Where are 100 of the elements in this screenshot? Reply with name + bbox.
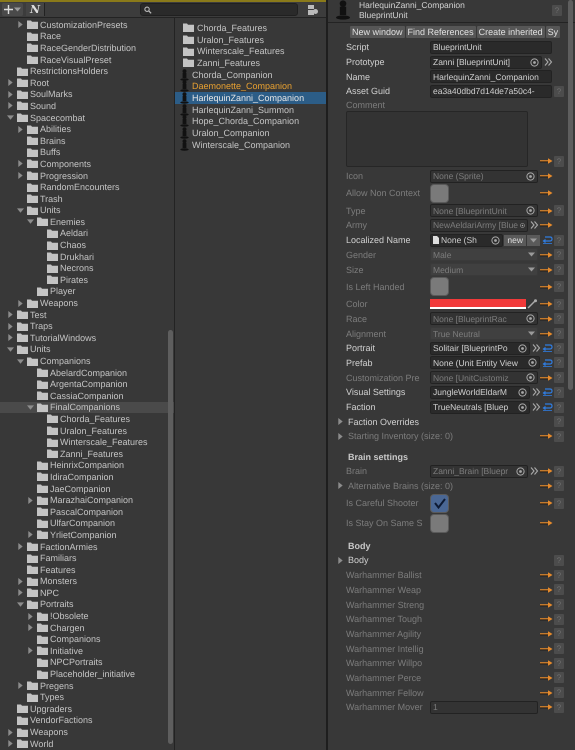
- toolbar-button[interactable]: Find References: [406, 26, 476, 38]
- folder-item[interactable]: NPC: [0, 587, 174, 599]
- folder-item[interactable]: Zanni_Features: [0, 448, 174, 460]
- folder-item[interactable]: RaceGenderDistribution: [0, 42, 174, 54]
- folder-item[interactable]: PascalCompanion: [0, 506, 174, 518]
- folder-item[interactable]: Brains: [0, 134, 174, 147]
- folder-item[interactable]: Buffs: [0, 146, 174, 158]
- folder-item[interactable]: Winterscale_Features: [0, 436, 174, 448]
- scrollbar[interactable]: [168, 330, 173, 744]
- folder-item[interactable]: World: [0, 738, 174, 750]
- folder-item[interactable]: Portraits: [0, 598, 174, 610]
- folder-item[interactable]: Chaos: [0, 239, 174, 251]
- collapsed-arrow-icon[interactable]: [27, 496, 34, 504]
- collapsed-arrow-icon[interactable]: [17, 160, 24, 168]
- folder-item[interactable]: SoulMarks: [0, 88, 174, 100]
- folder-item[interactable]: Aeldari: [0, 228, 174, 240]
- expanded-arrow-icon[interactable]: [17, 206, 24, 214]
- folder-item[interactable]: TutorialWindows: [0, 332, 174, 344]
- folder-item[interactable]: Sound: [0, 100, 174, 112]
- target-icon[interactable]: [530, 58, 539, 67]
- target-icon[interactable]: [491, 236, 500, 245]
- asset-item[interactable]: HarlequinZanni_Summon: [175, 104, 326, 116]
- folder-item[interactable]: MarazhaiCompanion: [0, 494, 174, 506]
- jump-icon[interactable]: [532, 388, 541, 396]
- dropdown-button[interactable]: [527, 234, 540, 246]
- expanded-arrow-icon[interactable]: [17, 358, 24, 365]
- folder-item[interactable]: Initiative: [0, 645, 174, 657]
- text-field[interactable]: ea3a40dbd7d14de7a50c4-: [430, 84, 552, 98]
- folder-item[interactable]: Pregens: [0, 680, 174, 692]
- expanded-arrow-icon[interactable]: [27, 218, 34, 226]
- folder-item[interactable]: Spacecombat: [0, 112, 174, 124]
- folder-item[interactable]: Monsters: [0, 576, 174, 588]
- folder-item[interactable]: !Obsolete: [0, 610, 174, 622]
- folder-item[interactable]: NPCPortraits: [0, 656, 174, 668]
- expanded-arrow-icon[interactable]: [7, 114, 14, 122]
- folder-item[interactable]: Race: [0, 30, 174, 42]
- revert-icon[interactable]: [542, 344, 553, 352]
- collapsed-arrow-icon[interactable]: [27, 531, 34, 538]
- folder-item[interactable]: VendorFactions: [0, 714, 174, 726]
- folder-item[interactable]: CassiaCompanion: [0, 390, 174, 402]
- collapsed-arrow-icon[interactable]: [7, 334, 14, 342]
- folder-item[interactable]: Enemies: [0, 216, 174, 228]
- collapsed-arrow-icon[interactable]: [17, 682, 24, 690]
- folder-item[interactable]: Root: [0, 76, 174, 89]
- collapsed-arrow-icon[interactable]: [337, 418, 344, 426]
- expanded-arrow-icon[interactable]: [7, 346, 14, 353]
- search-field[interactable]: [140, 3, 298, 16]
- revert-icon[interactable]: [542, 403, 553, 412]
- object-field[interactable]: Solitair [BlueprintPo: [430, 342, 530, 355]
- collapsed-arrow-icon[interactable]: [337, 556, 344, 564]
- folder-item[interactable]: CustomizationPresets: [0, 19, 174, 31]
- folder-item[interactable]: ArgentaCompanion: [0, 378, 174, 390]
- object-field[interactable]: None (Sh: [430, 234, 504, 247]
- collapsed-arrow-icon[interactable]: [7, 90, 14, 98]
- asset-item[interactable]: Uralon_Companion: [175, 127, 326, 139]
- folder-item[interactable]: Player: [0, 286, 174, 298]
- jump-icon[interactable]: [532, 344, 541, 352]
- folder-item[interactable]: HeinrixCompanion: [0, 460, 174, 472]
- collapsed-arrow-icon[interactable]: [7, 740, 14, 748]
- folder-item[interactable]: Uralon_Features: [0, 424, 174, 436]
- collapsed-arrow-icon[interactable]: [7, 311, 14, 318]
- folder-item[interactable]: Types: [0, 691, 174, 704]
- collapsed-arrow-icon[interactable]: [17, 21, 24, 28]
- text-field[interactable]: HarlequinZanni_Companion: [430, 70, 552, 84]
- collapsed-arrow-icon[interactable]: [7, 79, 14, 86]
- folder-item[interactable]: Upgraders: [0, 703, 174, 715]
- new-button[interactable]: new: [504, 234, 526, 246]
- folder-item[interactable]: Chargen: [0, 622, 174, 634]
- folder-item[interactable]: Familiars: [0, 552, 174, 564]
- add-button[interactable]: [2, 3, 23, 16]
- asset-item[interactable]: HarlequinZanni_Companion: [175, 92, 326, 104]
- folder-item[interactable]: Chorda_Features: [0, 413, 174, 425]
- toolbar-button[interactable]: New window: [350, 26, 405, 38]
- folder-item[interactable]: Pirates: [0, 274, 174, 286]
- folder-item[interactable]: Zanni_Features: [175, 57, 326, 69]
- asset-item[interactable]: Daemonette_Companion: [175, 80, 326, 92]
- asset-item[interactable]: Winterscale_Companion: [175, 138, 326, 151]
- collapsed-arrow-icon[interactable]: [7, 728, 14, 736]
- folder-item[interactable]: AbelardCompanion: [0, 366, 174, 378]
- folder-item[interactable]: Chorda_Features: [175, 22, 326, 34]
- folder-item[interactable]: RaceVisualPreset: [0, 54, 174, 66]
- folder-item[interactable]: Companions: [0, 355, 174, 367]
- logo[interactable]: N: [26, 3, 46, 16]
- collapsed-arrow-icon[interactable]: [27, 612, 34, 620]
- collapsed-arrow-icon[interactable]: [27, 624, 34, 632]
- folder-item[interactable]: Features: [0, 564, 174, 576]
- collapsed-arrow-icon[interactable]: [27, 647, 34, 654]
- collapsed-arrow-icon[interactable]: [17, 589, 24, 596]
- folder-item[interactable]: Units: [0, 344, 174, 356]
- folder-item[interactable]: RandomEncounters: [0, 181, 174, 193]
- folder-item[interactable]: Abilities: [0, 123, 174, 135]
- collapsed-arrow-icon[interactable]: [17, 172, 24, 180]
- collapsed-arrow-icon[interactable]: [7, 322, 14, 330]
- folder-item[interactable]: UlfarCompanion: [0, 518, 174, 530]
- asset-item[interactable]: Hope_Chorda_Companion: [175, 116, 326, 128]
- folder-item[interactable]: Placeholder_initiative: [0, 668, 174, 680]
- revert-icon[interactable]: [542, 388, 553, 396]
- collapsed-arrow-icon[interactable]: [17, 578, 24, 585]
- toolbar-button[interactable]: Sy: [546, 26, 560, 38]
- jump-icon[interactable]: [544, 58, 553, 66]
